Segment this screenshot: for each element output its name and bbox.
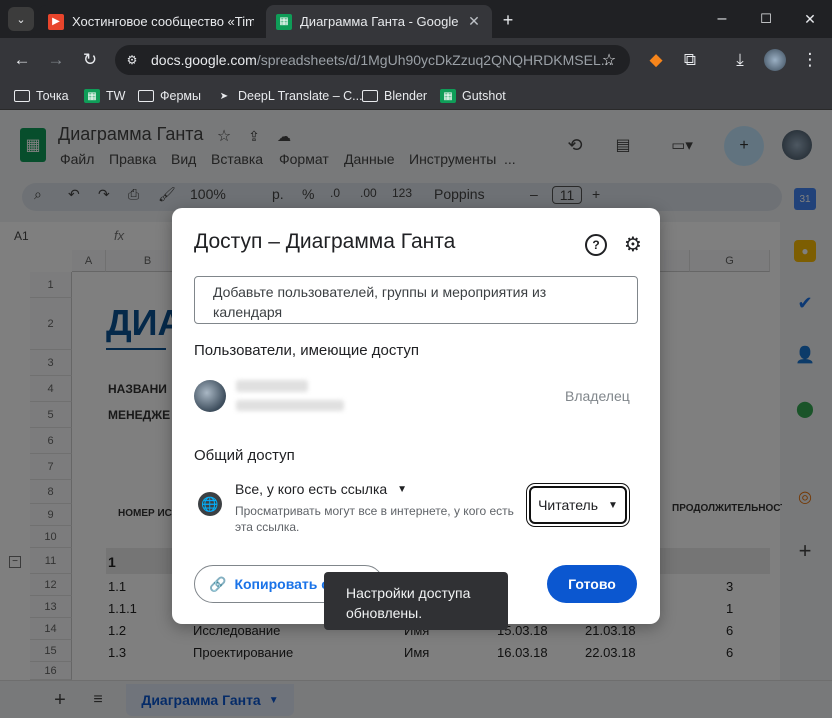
tab-timeweb[interactable]: ▶ Хостинговое сообщество «Tim [38,5,264,38]
deepl-icon: ➤ [219,90,229,102]
link-scope-label: Все, у кого есть ссылка [235,481,388,497]
extensions-icon[interactable]: ⧉ [676,46,704,74]
folder-icon [14,90,30,102]
folder-icon [362,90,378,102]
new-tab-button[interactable]: + [496,8,520,32]
tab-title: Диаграмма Ганта - Google Таб [300,14,460,29]
add-people-input[interactable]: Добавьте пользователей, группы и меропри… [194,276,638,324]
done-button[interactable]: Готово [547,565,637,603]
browser-tab-strip: ⌄ ▶ Хостинговое сообщество «Tim ▦ Диагра… [0,0,832,38]
bookmark-label: TW [106,89,126,103]
forward-icon[interactable]: → [42,46,70,74]
download-icon[interactable]: ⤓ [726,46,754,74]
url-host: docs.google.com [151,52,257,68]
bookmark-label: Blender [384,89,428,103]
link-scope-dropdown[interactable]: Все, у кого есть ссылка ▼ [235,481,407,497]
back-icon[interactable]: ← [8,46,36,74]
globe-icon: 🌐 [198,492,222,516]
share-dialog: Доступ – Диаграмма Ганта ? ⚙ Добавьте по… [172,208,660,624]
tab-title: Хостинговое сообщество «Tim [72,14,254,29]
sheets-favicon-icon: ▦ [276,13,292,30]
address-bar[interactable]: docs.google.com/spreadsheets/d/1MgUh90yc… [115,45,630,75]
youtube-like-favicon-icon: ▶ [48,13,64,30]
general-access-heading: Общий доступ [194,447,295,464]
bookmark-tw[interactable]: ▦ TW [84,83,125,109]
users-with-access-heading: Пользователи, имеющие доступ [194,342,420,359]
link-scope-description: Просматривать могут все в интернете, у к… [235,504,514,534]
help-icon[interactable]: ? [585,234,607,256]
caret-down-icon: ▼ [608,499,618,511]
close-tab-icon[interactable]: ✕ [466,13,482,30]
maximize-button[interactable]: ☐ [752,6,780,32]
bookmark-blender[interactable]: Blender [362,83,427,109]
url-path: /spreadsheets/d/1MgUh90ycDkZzuq2QNQHRDKM… [256,52,613,68]
sheets-favicon-icon: ▦ [440,89,456,103]
bookmark-label: Фермы [160,89,201,103]
role-dropdown[interactable]: Читатель ▼ [529,486,627,524]
tab-search-icon[interactable]: ⌄ [8,7,34,31]
owner-role-label: Владелец [565,388,630,404]
bookmark-label: Точка [36,89,69,103]
tab-sheets[interactable]: ▦ Диаграмма Ганта - Google Таб ✕ [266,5,492,38]
owner-name-redacted [236,380,308,392]
bookmark-label: DeepL Translate – C... [238,89,363,103]
caret-down-icon: ▼ [397,483,408,495]
reload-icon[interactable]: ↻ [76,46,104,74]
browser-menu-icon[interactable]: ⋮ [796,46,824,74]
folder-icon [138,90,154,102]
minimize-button[interactable]: – [708,6,736,32]
sheets-favicon-icon: ▦ [84,89,100,103]
bookmark-deepl[interactable]: ➤ DeepL Translate – C... [216,83,363,109]
link-icon: 🔗 [209,575,227,592]
metamask-extension-icon[interactable]: ◆ [642,46,670,74]
profile-avatar[interactable] [764,49,786,71]
dialog-title: Доступ – Диаграмма Ганта [194,230,456,253]
snackbar-toast: Настройки доступа обновлены. [324,572,508,630]
bookmark-star-icon[interactable]: ☆ [598,49,620,71]
site-info-icon[interactable]: ⚙ [124,52,140,68]
owner-avatar [194,380,226,412]
bookmark-gutshot[interactable]: ▦ Gutshot [440,83,506,109]
owner-email-redacted [236,400,344,411]
bookmark-tochka[interactable]: Точка [14,83,69,109]
bookmark-label: Gutshot [462,89,506,103]
role-label: Читатель [538,497,599,513]
close-window-button[interactable]: ✕ [796,6,824,32]
bookmark-fermy[interactable]: Фермы [138,83,201,109]
settings-gear-icon[interactable]: ⚙ [621,232,645,256]
